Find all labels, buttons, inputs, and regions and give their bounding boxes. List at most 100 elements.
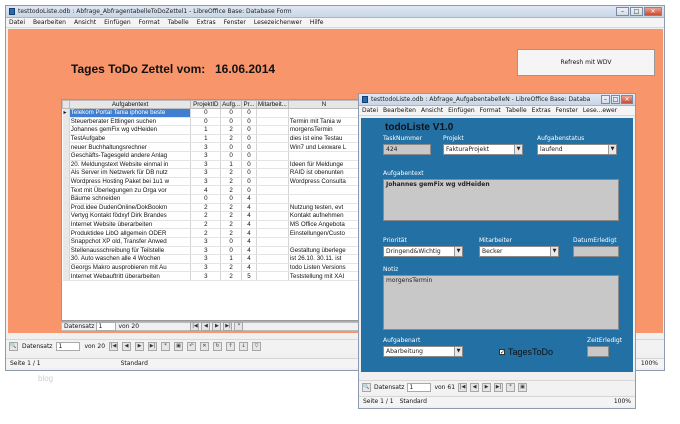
cell-notiz[interactable]: Ideen für Meldunge bbox=[288, 160, 361, 170]
cell-aufg[interactable]: 2 bbox=[220, 271, 243, 281]
row-selector[interactable] bbox=[62, 237, 70, 247]
new-record-icon[interactable]: * bbox=[234, 322, 244, 331]
cell-notiz[interactable]: Wordpress Consulta bbox=[288, 177, 361, 187]
popup-menu-datei[interactable]: Datei bbox=[362, 107, 378, 114]
cell-mitarbeiter[interactable] bbox=[256, 271, 289, 281]
data-grid[interactable]: Aufgabentext ProjektID Aufg... Pr... Mit… bbox=[61, 99, 361, 321]
cell-projektid[interactable]: 2 bbox=[190, 228, 222, 238]
table-row[interactable]: Produktidee LibO allgemein ODER 2 2 4 Einste… bbox=[62, 228, 361, 238]
cell-aufgabentext[interactable]: Vertyg Kontakt födxyf Dirk Brandes bbox=[69, 211, 192, 221]
menu-ansicht[interactable]: Ansicht bbox=[74, 19, 96, 26]
row-selector[interactable] bbox=[62, 203, 70, 213]
menu-format[interactable]: Format bbox=[139, 19, 160, 26]
cell-notiz[interactable]: Einstellungen/Custo bbox=[288, 228, 361, 238]
cell-aufg[interactable]: 0 bbox=[220, 151, 243, 161]
cell-pr[interactable]: 0 bbox=[241, 151, 257, 161]
toolbar-first-icon[interactable]: |◀ bbox=[109, 342, 119, 351]
cell-mitarbeiter[interactable] bbox=[256, 125, 289, 135]
cell-notiz[interactable]: todo Listen Versions bbox=[288, 263, 361, 273]
cell-aufg[interactable]: 2 bbox=[220, 263, 243, 273]
cell-pr[interactable]: 0 bbox=[241, 177, 257, 187]
cell-projektid[interactable]: 3 bbox=[190, 246, 222, 256]
row-selector[interactable] bbox=[62, 117, 70, 127]
cell-projektid[interactable]: 1 bbox=[190, 125, 222, 135]
toolbar-save-icon[interactable]: ▣ bbox=[174, 342, 184, 351]
cell-pr[interactable]: 0 bbox=[241, 142, 257, 152]
menu-fenster[interactable]: Fenster bbox=[224, 19, 246, 26]
popup-menu-ansicht[interactable]: Ansicht bbox=[421, 107, 443, 114]
cell-notiz[interactable]: Kontakt aufnehmen bbox=[288, 211, 361, 221]
cell-pr[interactable]: 4 bbox=[241, 203, 257, 213]
cell-aufg[interactable]: 0 bbox=[220, 108, 243, 118]
cell-notiz[interactable] bbox=[288, 185, 361, 195]
row-selector[interactable] bbox=[62, 211, 70, 221]
popup-find-icon[interactable]: 🔍 bbox=[362, 383, 371, 392]
row-selector[interactable] bbox=[62, 125, 70, 135]
cell-aufg[interactable]: 0 bbox=[220, 246, 243, 256]
cell-notiz[interactable]: Nutzung testen, evt bbox=[288, 203, 361, 213]
cell-pr[interactable]: 0 bbox=[241, 117, 257, 127]
cell-mitarbeiter[interactable] bbox=[256, 194, 289, 204]
row-selector[interactable] bbox=[62, 185, 70, 195]
cell-mitarbeiter[interactable] bbox=[256, 160, 289, 170]
table-row[interactable]: Steuerberater Ettlingen suchen 0 0 0 Termin … bbox=[62, 117, 361, 127]
cell-pr[interactable]: 0 bbox=[241, 168, 257, 178]
find-record-icon[interactable]: 🔍 bbox=[9, 342, 18, 351]
cell-projektid[interactable]: 2 bbox=[190, 220, 222, 230]
table-row[interactable]: Snappchot XP old, Transfer Anwed 3 0 4 bbox=[62, 237, 361, 247]
cell-notiz[interactable]: MS Office Angebota bbox=[288, 220, 361, 230]
row-selector[interactable] bbox=[62, 142, 70, 152]
cell-aufgabentext[interactable]: Produktidee LibO allgemein ODER bbox=[69, 228, 192, 238]
cell-notiz[interactable]: Teststellung mit XAI bbox=[288, 271, 361, 281]
cell-notiz[interactable]: morgensTermin bbox=[288, 125, 361, 135]
cell-mitarbeiter[interactable] bbox=[256, 211, 289, 221]
cell-mitarbeiter[interactable] bbox=[256, 237, 289, 247]
cell-aufg[interactable]: 2 bbox=[220, 211, 243, 221]
table-row[interactable]: Internet Website überarbeiten 2 2 4 MS Offic… bbox=[62, 220, 361, 230]
cell-notiz[interactable]: Gestaltung überlege bbox=[288, 246, 361, 256]
cell-projektid[interactable]: 3 bbox=[190, 237, 222, 247]
cell-pr[interactable]: 0 bbox=[241, 125, 257, 135]
cell-pr[interactable]: 4 bbox=[241, 211, 257, 221]
field-notiz[interactable]: morgensTermin bbox=[383, 275, 619, 330]
toolbar-sort-desc-icon[interactable]: ↓ bbox=[239, 342, 249, 351]
col-mitarbeiter[interactable]: Mitarbeit... bbox=[255, 100, 289, 109]
row-selector[interactable] bbox=[62, 151, 70, 161]
cell-aufgabentext[interactable]: Als Server im Netzwerk für DB nutz bbox=[69, 168, 192, 178]
toolbar-sort-asc-icon[interactable]: ↑ bbox=[226, 342, 236, 351]
cell-projektid[interactable]: 3 bbox=[190, 160, 222, 170]
cell-projektid[interactable]: 2 bbox=[190, 203, 222, 213]
cell-pr[interactable]: 0 bbox=[241, 160, 257, 170]
table-row[interactable]: neuer Buchhaltungsrechner 3 0 0 Win7 und Lex… bbox=[62, 142, 361, 152]
popup-menu-lesezeichen[interactable]: Lese...ewer bbox=[583, 107, 617, 114]
popup-menu-fenster[interactable]: Fenster bbox=[556, 107, 578, 114]
cell-projektid[interactable]: 1 bbox=[190, 134, 222, 144]
cell-aufgabentext[interactable]: Wordpress Hosting Paket bei 1u1 w bbox=[69, 177, 192, 187]
cell-aufgabentext[interactable]: 20. Meldungstext Website einmal in bbox=[69, 160, 192, 170]
cell-projektid[interactable]: 3 bbox=[190, 168, 222, 178]
field-aufgabentext[interactable]: Johannes gemFix wg vdHeiden bbox=[383, 179, 619, 221]
cell-aufg[interactable]: 2 bbox=[220, 125, 243, 135]
toolbar-refresh-icon[interactable]: ↻ bbox=[213, 342, 223, 351]
tagestodo-checkbox[interactable]: ✓ bbox=[499, 349, 505, 356]
table-row[interactable]: ▸ Telekom Portal Tania iphone beste 0 0 0 bbox=[62, 108, 361, 118]
popup-first-icon[interactable]: |◀ bbox=[458, 383, 468, 392]
field-datum-erledigt[interactable] bbox=[573, 246, 619, 257]
cell-notiz[interactable]: ist 26.10. 30.11. ist bbox=[288, 254, 361, 264]
cell-aufgabentext[interactable]: Telekom Portal Tania iphone beste bbox=[69, 108, 192, 118]
popup-titlebar[interactable]: testtodoListe.odb : Abfrage_Aufgabentabe… bbox=[359, 94, 635, 106]
toolbar-delete-icon[interactable]: ✕ bbox=[200, 342, 210, 351]
table-row[interactable]: 30. Auto waschen alle 4 Wochen 3 1 4 ist 26.… bbox=[62, 254, 361, 264]
cell-aufg[interactable]: 2 bbox=[220, 220, 243, 230]
cell-mitarbeiter[interactable] bbox=[256, 168, 289, 178]
col-aufg[interactable]: Aufg... bbox=[220, 100, 243, 109]
minimize-button[interactable]: – bbox=[616, 7, 629, 16]
cell-aufgabentext[interactable]: Georgs Makro ausprobieren mit Au bbox=[69, 263, 192, 273]
cell-notiz[interactable]: Win7 und Lexware L bbox=[288, 142, 361, 152]
cell-pr[interactable]: 4 bbox=[241, 237, 257, 247]
cell-projektid[interactable]: 0 bbox=[190, 194, 222, 204]
menu-tabelle[interactable]: Tabelle bbox=[168, 19, 189, 26]
cell-projektid[interactable]: 3 bbox=[190, 177, 222, 187]
cell-notiz[interactable] bbox=[288, 151, 361, 161]
cell-aufg[interactable]: 2 bbox=[220, 228, 243, 238]
